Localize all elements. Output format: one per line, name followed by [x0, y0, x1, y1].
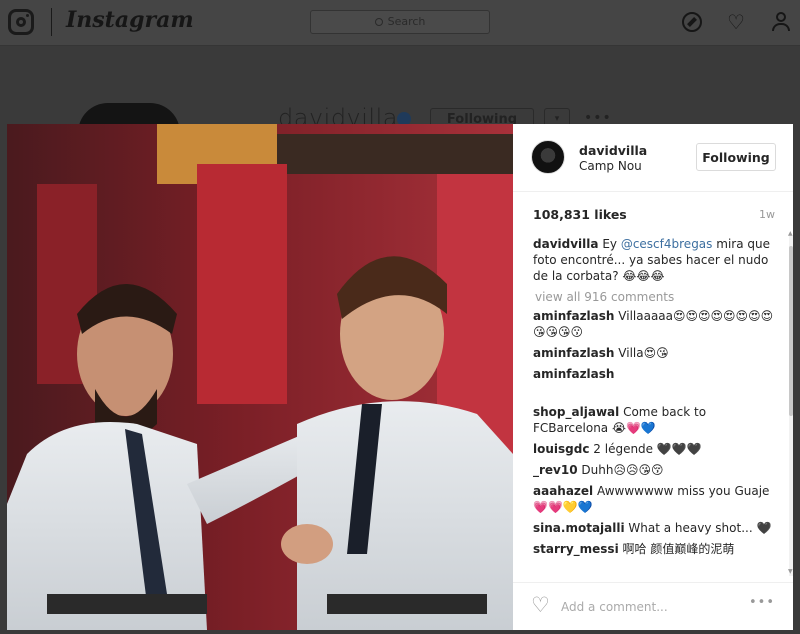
like-heart-icon[interactable]: ♡	[531, 593, 550, 617]
comment-item: sina.motajalli What a heavy shot... 🖤	[533, 520, 781, 536]
search-icon	[374, 18, 383, 26]
add-comment-bar: ♡ •••	[513, 582, 793, 630]
person-icon[interactable]	[772, 12, 792, 32]
comment-text: 啊哈 颜值巅峰的泥萌	[622, 542, 735, 556]
comment-username[interactable]: louisgdc	[533, 442, 589, 456]
add-comment-input[interactable]	[561, 597, 741, 617]
post-header: davidvilla Camp Nou Following	[513, 124, 793, 192]
comment-item: aminfazlash	[533, 366, 781, 382]
likes-count[interactable]: 108,831 likes	[533, 207, 627, 222]
comments-list: davidvilla Ey @cescf4bregas mira que fot…	[533, 236, 781, 576]
comment-text: Villa😍😘	[618, 346, 669, 360]
comment-text: 2 légende 🖤🖤🖤	[593, 442, 702, 456]
top-navigation-bar: Instagram Search ♡	[0, 0, 800, 46]
caption-text-before: Ey	[602, 237, 617, 251]
post-modal: davidvilla Camp Nou Following 108,831 li…	[7, 124, 793, 630]
comment-item: aminfazlash Villa😍😘	[533, 345, 781, 361]
post-age: 1w	[759, 208, 775, 221]
comment-username[interactable]: aminfazlash	[533, 367, 614, 381]
caption-username[interactable]: davidvilla	[533, 237, 598, 251]
post-photo-illustration	[7, 124, 513, 630]
search-placeholder: Search	[387, 15, 426, 28]
comment-item: shop_aljawal Come back to FCBarcelona 😭💗…	[533, 404, 781, 436]
view-all-comments-link[interactable]: view all 916 comments	[535, 289, 781, 305]
post-location[interactable]: Camp Nou	[579, 159, 642, 173]
caption-mention[interactable]: @cescf4bregas	[621, 237, 713, 251]
instagram-logo-icon[interactable]	[8, 9, 34, 35]
scrollbar-thumb[interactable]	[789, 246, 793, 416]
comments-scrollbar[interactable]	[789, 236, 793, 576]
search-box[interactable]: Search	[310, 10, 490, 34]
post-sidebar: davidvilla Camp Nou Following 108,831 li…	[513, 124, 793, 630]
comment-item: _rev10 Duhh😥😥😘😚	[533, 462, 781, 478]
comment-item: aminfazlash Villaaaaa😍😍😍😍😍😍😍😍😘😘😘😗	[533, 308, 781, 340]
comment-text: Duhh😥😥😘😚	[581, 463, 664, 477]
following-button[interactable]: Following	[696, 143, 776, 171]
more-options-icon[interactable]: •••	[749, 595, 775, 610]
comment-username[interactable]: aminfazlash	[533, 346, 614, 360]
caption: davidvilla Ey @cescf4bregas mira que fot…	[533, 236, 781, 284]
scroll-down-arrow[interactable]: ▼	[788, 568, 793, 575]
comment-username[interactable]: starry_messi	[533, 542, 619, 556]
compass-icon[interactable]	[682, 12, 702, 32]
comment-item: starry_messi 啊哈 颜值巅峰的泥萌	[533, 541, 781, 557]
comment-username[interactable]: aaahazel	[533, 484, 593, 498]
heart-icon[interactable]: ♡	[727, 12, 747, 32]
comment-username[interactable]: shop_aljawal	[533, 405, 619, 419]
instagram-wordmark[interactable]: Instagram	[66, 7, 194, 33]
post-photo[interactable]	[7, 124, 513, 630]
comment-username[interactable]: sina.motajalli	[533, 521, 625, 535]
logo-divider	[51, 8, 52, 36]
comment-item: louisgdc 2 légende 🖤🖤🖤	[533, 441, 781, 457]
post-avatar[interactable]	[531, 140, 565, 174]
post-username[interactable]: davidvilla	[579, 143, 647, 158]
comment-username[interactable]: _rev10	[533, 463, 578, 477]
comment-username[interactable]: aminfazlash	[533, 309, 614, 323]
comment-text: What a heavy shot... 🖤	[628, 521, 772, 535]
comment-item: aaahazel Awwwwwww miss you Guaje💗💗💛💙	[533, 483, 781, 515]
